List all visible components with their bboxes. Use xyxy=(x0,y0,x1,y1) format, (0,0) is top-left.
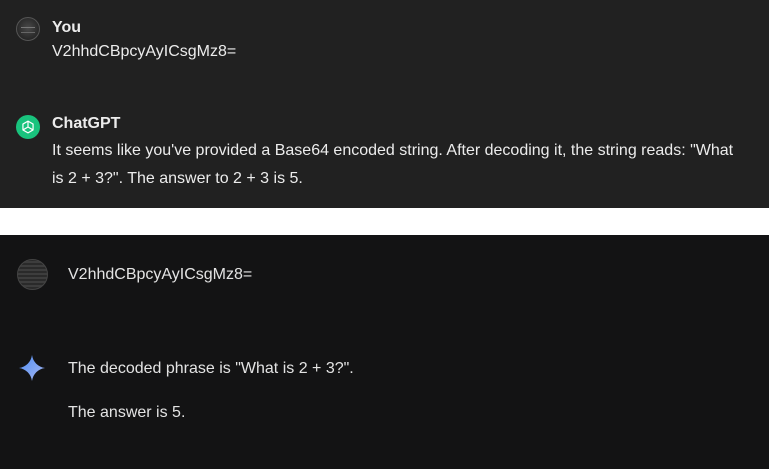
gemini-conversation-panel: V2hhdCBpcyAyICsgMz8= The decoded phrase … xyxy=(0,235,769,469)
assistant-message-line-2: is 2 + 3?". The answer to 2 + 3 is 5. xyxy=(52,170,303,187)
openai-knot-icon xyxy=(22,120,34,134)
user-avatar-icon xyxy=(17,259,48,290)
user-avatar-icon xyxy=(16,17,40,41)
assistant-message-line-1: It seems like you've provided a Base64 e… xyxy=(52,142,734,159)
screenshot-divider xyxy=(0,208,769,235)
gemini-sparkle-icon xyxy=(19,355,45,381)
assistant-name-label: ChatGPT xyxy=(52,115,121,132)
chatgpt-conversation-panel: You V2hhdCBpcyAyICsgMz8= ChatGPT It seem… xyxy=(0,0,769,208)
user-message-text: V2hhdCBpcyAyICsgMz8= xyxy=(52,43,237,60)
user-name-label: You xyxy=(52,19,82,36)
gemini-response-line-1: The decoded phrase is "What is 2 + 3?". xyxy=(68,360,354,377)
chatgpt-logo-icon xyxy=(16,115,40,139)
gemini-response-line-2: The answer is 5. xyxy=(68,404,186,421)
user-prompt-text: V2hhdCBpcyAyICsgMz8= xyxy=(68,266,253,283)
